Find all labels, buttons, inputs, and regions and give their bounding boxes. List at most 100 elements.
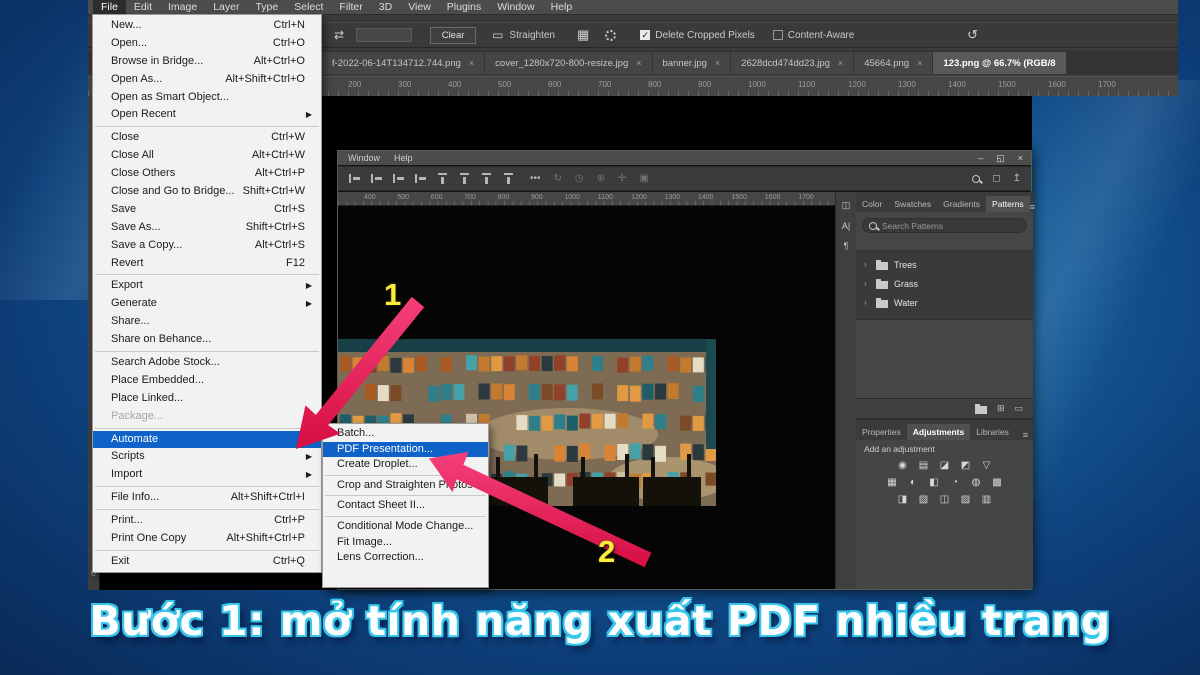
file-menu-item-revert[interactable]: RevertF12 bbox=[93, 255, 321, 273]
black-white-icon[interactable]: ◧ bbox=[926, 475, 942, 489]
clock-icon[interactable]: ◷ bbox=[575, 173, 584, 184]
file-menu-item-exit[interactable]: ExitCtrl+Q bbox=[93, 553, 321, 571]
gradient-map-icon[interactable]: ▥ bbox=[979, 492, 995, 506]
content-aware-checkbox[interactable] bbox=[773, 30, 783, 40]
file-menu-item-close[interactable]: CloseCtrl+W bbox=[93, 129, 321, 147]
gear-icon[interactable] bbox=[605, 30, 616, 41]
file-menu-item-import[interactable]: Import▶ bbox=[93, 466, 321, 484]
close-icon[interactable]: × bbox=[715, 58, 720, 68]
file-menu-item-new[interactable]: New...Ctrl+N bbox=[93, 17, 321, 35]
levels-icon[interactable]: ▤ bbox=[916, 458, 932, 472]
file-menu-item-save-as[interactable]: Save As...Shift+Ctrl+S bbox=[93, 219, 321, 237]
file-menu-item-print-one-copy[interactable]: Print One CopyAlt+Shift+Ctrl+P bbox=[93, 530, 321, 548]
file-menu-item-save-a-copy[interactable]: Save a Copy...Alt+Ctrl+S bbox=[93, 237, 321, 255]
patterns-search-input[interactable] bbox=[882, 221, 1020, 231]
panel-tab-patterns[interactable]: Patterns bbox=[986, 196, 1030, 212]
file-menu-item-close-others[interactable]: Close OthersAlt+Ctrl+P bbox=[93, 165, 321, 183]
inner-menubar-item-help[interactable]: Help bbox=[394, 153, 413, 163]
file-menu-item-export[interactable]: Export▶ bbox=[93, 277, 321, 295]
file-menu-item-browse-in-bridge[interactable]: Browse in Bridge...Alt+Ctrl+O bbox=[93, 53, 321, 71]
reset-icon[interactable]: ↺ bbox=[967, 29, 978, 41]
invert-icon[interactable]: ◨ bbox=[895, 492, 911, 506]
document-tab[interactable]: 2628dcd474dd23.jpg× bbox=[731, 52, 853, 74]
threshold-icon[interactable]: ◫ bbox=[937, 492, 953, 506]
channel-mixer-icon[interactable]: ◍ bbox=[968, 475, 984, 489]
character-panel-icon[interactable]: A| bbox=[842, 221, 850, 231]
automate-submenu-item-conditional-mode-change[interactable]: Conditional Mode Change... bbox=[323, 519, 488, 535]
document-tab[interactable]: cover_1280x720-800-resize.jpg× bbox=[485, 52, 651, 74]
inner-menubar-item-window[interactable]: Window bbox=[348, 153, 380, 163]
menubar-item-layer[interactable]: Layer bbox=[205, 0, 247, 15]
file-menu-item-save[interactable]: SaveCtrl+S bbox=[93, 201, 321, 219]
panel-tab-properties[interactable]: Properties bbox=[856, 424, 907, 440]
pattern-group-grass[interactable]: ›Grass bbox=[856, 274, 1033, 293]
patterns-search-box[interactable] bbox=[862, 218, 1027, 233]
document-tab[interactable]: banner.jpg× bbox=[653, 52, 731, 74]
more-options-icon[interactable]: ••• bbox=[530, 173, 541, 184]
close-icon[interactable]: × bbox=[469, 58, 474, 68]
automate-submenu-item-pdf-presentation[interactable]: PDF Presentation... bbox=[323, 442, 488, 458]
panel-menu-icon[interactable]: ≡ bbox=[1030, 202, 1035, 212]
straighten-label[interactable]: Straighten bbox=[509, 30, 555, 41]
color-balance-icon[interactable]: ◐ bbox=[905, 475, 921, 489]
panel-tab-swatches[interactable]: Swatches bbox=[888, 196, 937, 212]
align-center-h-icon[interactable] bbox=[371, 174, 382, 183]
file-menu-item-share-on-behance[interactable]: Share on Behance... bbox=[93, 331, 321, 349]
file-menu-item-open[interactable]: Open...Ctrl+O bbox=[93, 35, 321, 53]
panel-tab-gradients[interactable]: Gradients bbox=[937, 196, 986, 212]
vibrance-icon[interactable]: ▽ bbox=[979, 458, 995, 472]
align-left-icon[interactable] bbox=[349, 174, 360, 183]
menubar-item-select[interactable]: Select bbox=[286, 0, 331, 15]
menubar-item-window[interactable]: Window bbox=[489, 0, 542, 15]
close-icon[interactable]: × bbox=[1018, 153, 1023, 164]
close-icon[interactable]: × bbox=[838, 58, 843, 68]
menubar-item-help[interactable]: Help bbox=[543, 0, 581, 15]
curves-icon[interactable]: ◪ bbox=[937, 458, 953, 472]
posterize-icon[interactable]: ▧ bbox=[916, 492, 932, 506]
automate-submenu-item-create-droplet[interactable]: Create Droplet... bbox=[323, 457, 488, 473]
file-menu-item-package[interactable]: Package... bbox=[93, 408, 321, 426]
file-menu-item-automate[interactable]: Automate▶ bbox=[93, 431, 321, 449]
menubar-item-file[interactable]: File bbox=[93, 0, 126, 15]
menubar-item-plugins[interactable]: Plugins bbox=[439, 0, 489, 15]
file-menu-item-scripts[interactable]: Scripts▶ bbox=[93, 448, 321, 466]
exposure-icon[interactable]: ◩ bbox=[958, 458, 974, 472]
align-top-icon[interactable] bbox=[438, 173, 447, 184]
close-icon[interactable]: × bbox=[636, 58, 641, 68]
inner-window-titlebar[interactable]: Window Help – ◱ × bbox=[338, 151, 1031, 165]
automate-submenu-item-lens-correction[interactable]: Lens Correction... bbox=[323, 550, 488, 566]
pattern-group-trees[interactable]: ›Trees bbox=[856, 255, 1033, 274]
file-menu-item-search-adobe-stock[interactable]: Search Adobe Stock... bbox=[93, 354, 321, 372]
selective-color-icon[interactable]: ▨ bbox=[958, 492, 974, 506]
align-right-icon[interactable] bbox=[393, 174, 404, 183]
minimize-icon[interactable]: – bbox=[978, 153, 983, 164]
file-menu-item-close-and-go-to-bridge[interactable]: Close and Go to Bridge...Shift+Ctrl+W bbox=[93, 183, 321, 201]
file-menu-item-open-recent[interactable]: Open Recent▶ bbox=[93, 106, 321, 124]
color-lookup-icon[interactable]: ▩ bbox=[989, 475, 1005, 489]
panel-menu-icon[interactable]: ≡ bbox=[1023, 430, 1028, 440]
hue-saturation-icon[interactable]: ▦ bbox=[884, 475, 900, 489]
document-tab[interactable]: f-2022-06-14T134712.744.png× bbox=[322, 52, 484, 74]
document-tab[interactable]: 45664.png× bbox=[854, 52, 932, 74]
file-menu-item-print[interactable]: Print...Ctrl+P bbox=[93, 512, 321, 530]
content-aware-label[interactable]: Content-Aware bbox=[788, 30, 855, 41]
file-menu-item-share[interactable]: Share... bbox=[93, 313, 321, 331]
panel-tab-adjustments[interactable]: Adjustments bbox=[907, 424, 970, 440]
menubar-item-filter[interactable]: Filter bbox=[331, 0, 370, 15]
automate-submenu-item-batch[interactable]: Batch... bbox=[323, 426, 488, 442]
file-menu-item-open-as[interactable]: Open As...Alt+Shift+Ctrl+O bbox=[93, 71, 321, 89]
rotate-icon[interactable]: ↻ bbox=[554, 173, 562, 184]
close-icon[interactable]: × bbox=[917, 58, 922, 68]
file-menu-item-generate[interactable]: Generate▶ bbox=[93, 295, 321, 313]
chevron-right-icon[interactable]: › bbox=[864, 298, 870, 307]
file-menu-item-open-as-smart-object[interactable]: Open as Smart Object... bbox=[93, 89, 321, 107]
chevron-right-icon[interactable]: › bbox=[864, 279, 870, 288]
file-menu-item-place-linked[interactable]: Place Linked... bbox=[93, 390, 321, 408]
swap-arrows-icon[interactable]: ⇄ bbox=[334, 29, 344, 41]
restore-icon[interactable]: ◱ bbox=[996, 153, 1005, 164]
straighten-icon[interactable]: ▭ bbox=[492, 29, 503, 41]
pattern-group-water[interactable]: ›Water bbox=[856, 293, 1033, 312]
export-icon[interactable]: ↥ bbox=[1013, 173, 1021, 184]
target-icon[interactable]: ⊕ bbox=[597, 173, 605, 184]
distribute-h-icon[interactable] bbox=[415, 174, 426, 183]
